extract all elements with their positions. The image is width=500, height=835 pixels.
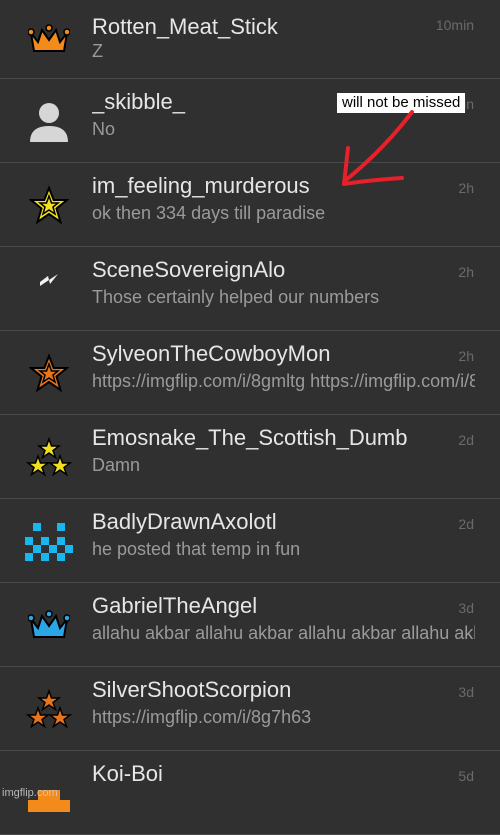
timestamp: 3d: [458, 600, 474, 616]
message-preview: Damn: [92, 455, 141, 475]
message-preview: https://imgflip.com/i/8gmltg https://img…: [92, 371, 475, 391]
orange-crown-icon: [24, 14, 74, 64]
message-preview: he posted that temp in fun: [92, 539, 301, 559]
conversation-row[interactable]: SceneSovereignAlo Those certainly helped…: [0, 247, 500, 331]
conversation-row[interactable]: SilverShootScorpion https://imgflip.com/…: [0, 667, 500, 751]
timestamp: 2h: [458, 180, 474, 196]
message-preview: Z: [92, 41, 103, 61]
message-preview: Those certainly helped our numbers: [92, 287, 380, 307]
conversation-row[interactable]: _skibble_ No 10min: [0, 79, 500, 163]
username[interactable]: SilverShootScorpion: [92, 677, 450, 703]
timestamp: 3d: [458, 684, 474, 700]
username[interactable]: Koi-Boi: [92, 761, 450, 787]
username[interactable]: SceneSovereignAlo: [92, 257, 450, 283]
timestamp: 2d: [458, 516, 474, 532]
blue-pixel-face-icon: [24, 516, 74, 566]
username[interactable]: GabrielTheAngel: [92, 593, 450, 619]
username[interactable]: SylveonTheCowboyMon: [92, 341, 450, 367]
red-arrow-icon: [342, 110, 414, 186]
conversation-row[interactable]: SylveonTheCowboyMon https://imgflip.com/…: [0, 331, 500, 415]
message-preview: allahu akbar allahu akbar allahu akbar a…: [92, 623, 475, 643]
message-preview: https://imgflip.com/i/8g7h63: [92, 707, 312, 727]
conversation-row[interactable]: im_feeling_murderous ok then 334 days ti…: [0, 163, 500, 247]
default-avatar-icon: [24, 96, 74, 146]
username[interactable]: Rotten_Meat_Stick: [92, 14, 450, 40]
conversation-row[interactable]: BadlyDrawnAxolotl he posted that temp in…: [0, 499, 500, 583]
timestamp: 5d: [458, 768, 474, 784]
yellow-triple-star-icon: [24, 432, 74, 482]
white-bolt-icon: [24, 264, 74, 314]
watermark: imgflip.com: [2, 787, 58, 799]
orange-triple-star-icon: [24, 684, 74, 734]
username[interactable]: BadlyDrawnAxolotl: [92, 509, 450, 535]
orange-star-icon: [24, 348, 74, 398]
conversation-row[interactable]: Rotten_Meat_Stick Z 10min: [0, 0, 500, 79]
timestamp: 2h: [458, 348, 474, 364]
conversation-list: Rotten_Meat_Stick Z 10min _skibble_ No 1…: [0, 0, 500, 835]
yellow-star-icon: [24, 180, 74, 230]
blue-crown-icon: [24, 600, 74, 650]
username[interactable]: Emosnake_The_Scottish_Dumb: [92, 425, 450, 451]
timestamp: 2h: [458, 264, 474, 280]
conversation-row[interactable]: Emosnake_The_Scottish_Dumb Damn 2d: [0, 415, 500, 499]
conversation-row[interactable]: Koi-Boi 5d: [0, 751, 500, 835]
timestamp: 10min: [435, 17, 474, 33]
message-preview: ok then 334 days till paradise: [92, 203, 326, 223]
timestamp: 2d: [458, 432, 474, 448]
conversation-row[interactable]: GabrielTheAngel allahu akbar allahu akba…: [0, 583, 500, 667]
